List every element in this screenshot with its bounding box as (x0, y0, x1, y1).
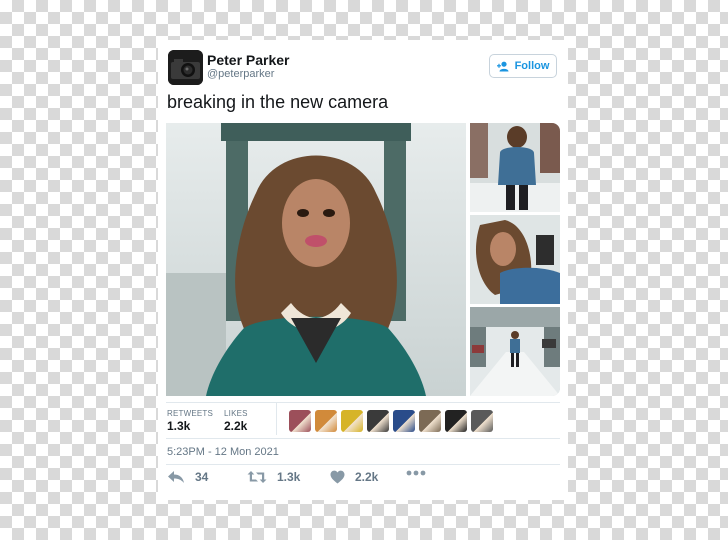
retweets-label: RETWEETS (167, 409, 214, 418)
likes-count[interactable]: 2.2k (224, 419, 247, 433)
liker-avatar[interactable] (419, 410, 441, 432)
liker-avatar[interactable] (289, 410, 311, 432)
photo-2-image (470, 123, 560, 212)
follow-button[interactable]: Follow (489, 54, 557, 78)
actions-divider (166, 464, 560, 465)
liker-avatar[interactable] (471, 410, 493, 432)
retweets-count[interactable]: 1.3k (167, 419, 190, 433)
main-photo-image (166, 123, 466, 396)
tweet-card: Peter Parker @peterparker Follow breakin… (158, 40, 568, 500)
add-user-icon (496, 61, 509, 71)
photo-3[interactable] (470, 215, 560, 304)
photo-2[interactable] (470, 123, 560, 212)
main-photo[interactable] (166, 123, 466, 396)
reply-icon (168, 471, 184, 483)
liker-avatar[interactable] (367, 410, 389, 432)
reply-button[interactable]: 34 (167, 470, 208, 484)
liker-avatar[interactable] (315, 410, 337, 432)
camera-avatar-image (168, 50, 203, 85)
liker-avatar[interactable] (341, 410, 363, 432)
like-count: 2.2k (355, 470, 379, 484)
stats-separator (276, 403, 277, 435)
media-grid (166, 123, 560, 396)
heart-icon (330, 470, 345, 484)
retweet-icon (247, 471, 267, 483)
reply-count: 34 (195, 470, 209, 484)
liker-avatar[interactable] (445, 410, 467, 432)
tweet-timestamp[interactable]: 5:23PM - 12 Mon 2021 (167, 446, 279, 458)
retweet-button[interactable]: 1.3k (247, 470, 300, 484)
author-handle[interactable]: @peterparker (207, 68, 274, 80)
stats-bottom-divider (166, 438, 560, 439)
photo-4-image (470, 307, 560, 396)
photo-4[interactable] (470, 307, 560, 396)
photo-3-image (470, 215, 560, 304)
author-avatar[interactable] (168, 50, 203, 85)
follow-button-label: Follow (514, 60, 550, 72)
stats-top-divider (166, 402, 560, 403)
retweet-count: 1.3k (277, 470, 301, 484)
liker-avatar[interactable] (393, 410, 415, 432)
liker-avatars (289, 410, 493, 432)
more-button[interactable] (406, 470, 426, 476)
like-button[interactable]: 2.2k (330, 470, 378, 484)
likes-label: LIKES (224, 409, 248, 418)
tweet-text: breaking in the new camera (167, 92, 389, 112)
more-icon (406, 470, 426, 476)
author-name[interactable]: Peter Parker (207, 52, 290, 68)
